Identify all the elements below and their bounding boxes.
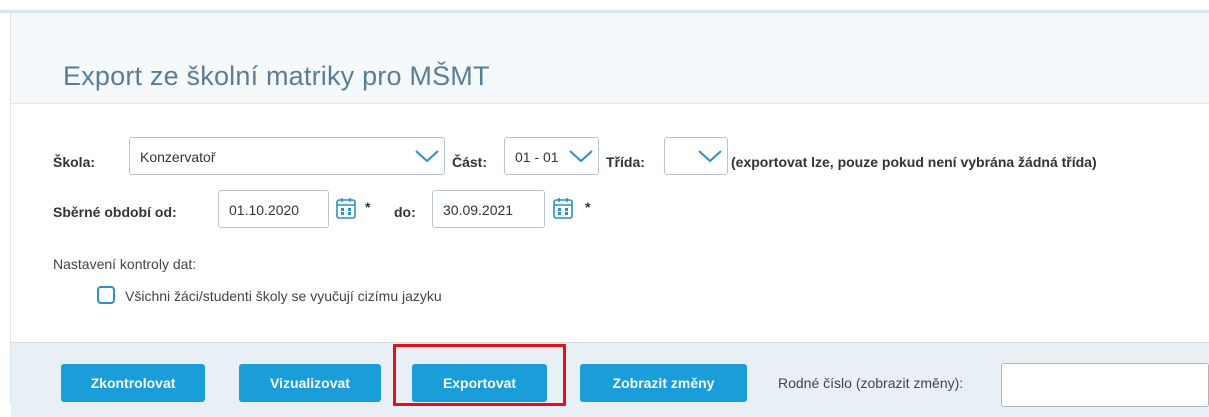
obdobi-to-label: do:: [394, 204, 416, 220]
obdobi-from-input[interactable]: 01.10.2020: [218, 190, 329, 228]
rodne-cislo-input[interactable]: [1001, 363, 1209, 407]
obdobi-to-input[interactable]: 30.09.2021: [432, 190, 545, 228]
cizi-jazyk-label[interactable]: Všichni žáci/studenti školy se vyučují c…: [125, 288, 442, 304]
trida-note: (exportovat lze, pouze pokud není vybrán…: [731, 154, 1097, 170]
cizi-jazyk-checkbox[interactable]: [97, 286, 115, 304]
cast-select[interactable]: 01 - 01: [504, 137, 599, 175]
required-mark: *: [585, 199, 591, 215]
zobrazit-zmeny-button[interactable]: Zobrazit změny: [580, 364, 747, 402]
export-panel: Export ze školní matriky pro MŠMT Škola:…: [10, 13, 1209, 417]
exportovat-button[interactable]: Exportovat: [412, 364, 547, 402]
skola-label: Škola:: [53, 154, 96, 170]
obdobi-to-value: 30.09.2021: [443, 202, 514, 218]
export-form: Škola: Konzervatoř Část: 01 - 01 Třída: …: [11, 104, 1209, 341]
skola-value: Konzervatoř: [140, 149, 216, 165]
trida-label: Třída:: [606, 154, 645, 170]
chevron-down-icon: [569, 150, 593, 163]
chevron-down-icon: [415, 150, 439, 163]
chevron-down-icon: [698, 150, 722, 163]
obdobi-from-value: 01.10.2020: [229, 202, 300, 218]
zkontrolovat-button[interactable]: Zkontrolovat: [61, 364, 205, 402]
action-toolbar: Zkontrolovat Vizualizovat Exportovat Zob…: [11, 342, 1209, 417]
kontrola-heading: Nastavení kontroly dat:: [53, 256, 197, 272]
rodne-cislo-label: Rodné číslo (zobrazit změny):: [778, 375, 964, 391]
page-title: Export ze školní matriky pro MŠMT: [63, 61, 490, 91]
panel-header: Export ze školní matriky pro MŠMT: [11, 13, 1209, 104]
calendar-icon[interactable]: [336, 197, 356, 219]
obdobi-from-label: Sběrné období od:: [53, 204, 177, 220]
cast-label: Část:: [452, 154, 488, 170]
skola-select[interactable]: Konzervatoř: [129, 137, 445, 175]
vizualizovat-button[interactable]: Vizualizovat: [239, 364, 381, 402]
cast-value: 01 - 01: [515, 149, 559, 165]
trida-select[interactable]: [664, 137, 728, 175]
required-mark: *: [365, 199, 371, 215]
calendar-icon[interactable]: [553, 197, 573, 219]
